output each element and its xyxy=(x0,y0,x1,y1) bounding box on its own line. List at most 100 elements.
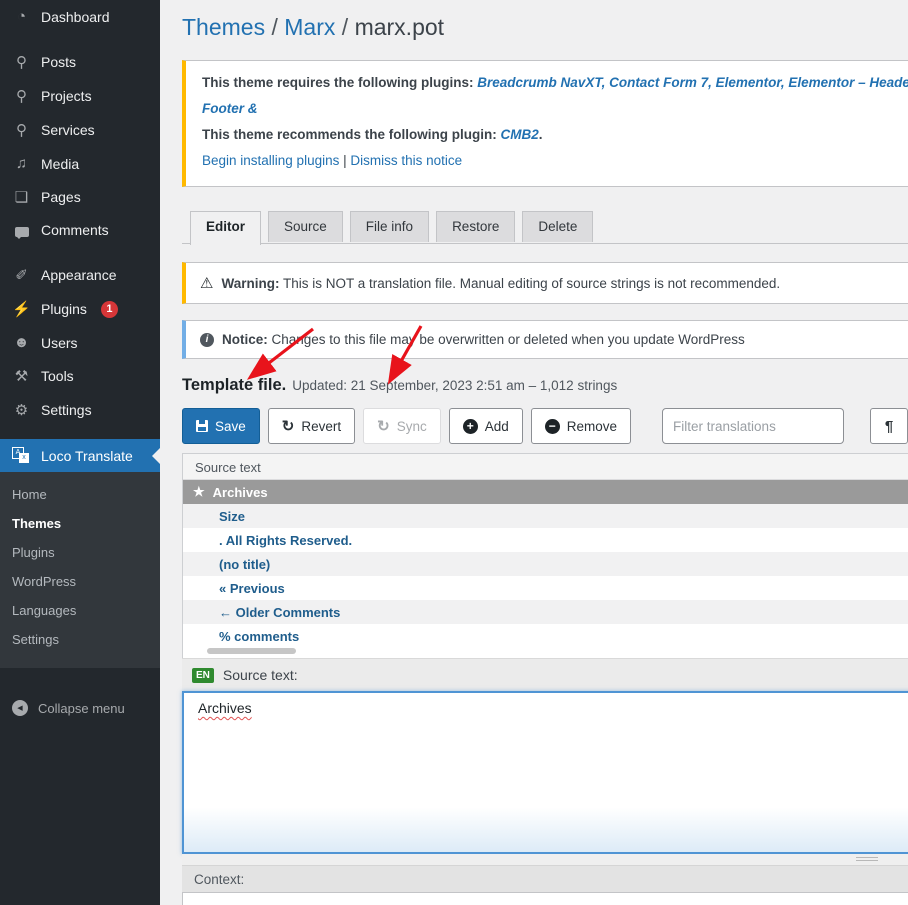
breadcrumb: Themes / Marx / marx.pot xyxy=(182,14,908,41)
warning-triangle-icon: ⚠ xyxy=(200,274,213,292)
users-icon: ☻ xyxy=(12,334,31,351)
plugins-icon: ⚡ xyxy=(12,300,31,318)
loco-translate-icon xyxy=(12,447,31,464)
submenu-item-home[interactable]: Home xyxy=(0,480,160,509)
add-circle-icon: + xyxy=(463,419,478,434)
sidebar-item-appearance[interactable]: ✐ Appearance xyxy=(0,258,160,292)
tools-icon: ⚒ xyxy=(12,367,31,385)
source-text-editor[interactable]: Archives xyxy=(182,691,908,854)
list-item-previous[interactable]: « Previous xyxy=(183,576,908,600)
list-item-archives[interactable]: ★ Archives xyxy=(183,480,908,504)
breadcrumb-separator: / xyxy=(335,14,354,40)
editor-toolbar: Save ↻ Revert ↻ Sync + Add − Remove ¶ </… xyxy=(182,408,908,444)
sidebar-item-comments[interactable]: Comments xyxy=(0,214,160,246)
comments-icon xyxy=(12,224,31,237)
warning-notice: ⚠ Warning: This is NOT a translation fil… xyxy=(182,262,908,304)
admin-sidebar: ◔ Dashboard ⚲ Posts ⚲ Projects ⚲ Service… xyxy=(0,0,160,905)
save-button[interactable]: Save xyxy=(182,408,260,444)
sidebar-item-plugins[interactable]: ⚡ Plugins 1 xyxy=(0,292,160,326)
paragraph-icon: ¶ xyxy=(885,418,893,435)
dashboard-icon: ◔ xyxy=(12,8,31,25)
sync-icon: ↻ xyxy=(377,417,390,435)
menu-separator xyxy=(0,246,160,258)
resize-grip-handle[interactable] xyxy=(856,857,878,862)
tgm-actions-line: Begin installing plugins | Dismiss this … xyxy=(202,148,908,174)
source-strings-list: Source text ★ Archives Size . All Rights… xyxy=(182,453,908,658)
source-text-value: Archives xyxy=(198,700,252,716)
file-tabs: EditorSourceFile infoRestoreDelete xyxy=(182,211,908,244)
info-text: Notice: Changes to this file may be over… xyxy=(222,332,745,347)
list-item-all-rights[interactable]: . All Rights Reserved. xyxy=(183,528,908,552)
context-header: Context: xyxy=(182,865,908,892)
breadcrumb-separator: / xyxy=(265,14,284,40)
breadcrumb-link-marx[interactable]: Marx xyxy=(284,14,335,40)
submenu-item-settings[interactable]: Settings xyxy=(0,625,160,654)
appearance-icon: ✐ xyxy=(12,266,31,284)
add-button[interactable]: + Add xyxy=(449,408,523,444)
save-floppy-icon xyxy=(196,420,208,432)
list-column-header[interactable]: Source text xyxy=(183,454,908,480)
begin-installing-plugins-link[interactable]: Begin installing plugins xyxy=(202,153,339,168)
info-notice: i Notice: Changes to this file may be ov… xyxy=(182,320,908,359)
sidebar-item-pages[interactable]: ❏ Pages xyxy=(0,180,160,214)
list-item-size[interactable]: Size xyxy=(183,504,908,528)
pushpin-icon: ⚲ xyxy=(12,87,31,105)
pushpin-icon: ⚲ xyxy=(12,53,31,71)
sidebar-item-tools[interactable]: ⚒ Tools xyxy=(0,359,160,393)
dismiss-notice-link[interactable]: Dismiss this notice xyxy=(350,153,462,168)
menu-separator xyxy=(0,427,160,439)
revert-icon: ↻ xyxy=(282,417,295,435)
tab-source[interactable]: Source xyxy=(268,211,343,242)
loco-translate-submenu: Home Themes Plugins WordPress Languages … xyxy=(0,472,160,668)
sidebar-item-settings[interactable]: ⚙ Settings xyxy=(0,393,160,427)
file-meta: Updated: 21 September, 2023 2:51 am – 1,… xyxy=(292,378,617,393)
pages-icon: ❏ xyxy=(12,188,31,206)
tab-file-info[interactable]: File info xyxy=(350,211,429,242)
source-text-header: EN Source text: xyxy=(182,658,908,691)
submenu-item-plugins[interactable]: Plugins xyxy=(0,538,160,567)
breadcrumb-link-themes[interactable]: Themes xyxy=(182,14,265,40)
pushpin-icon: ⚲ xyxy=(12,121,31,139)
submenu-item-themes[interactable]: Themes xyxy=(0,509,160,538)
tab-editor[interactable]: Editor xyxy=(190,211,261,245)
sidebar-item-projects[interactable]: ⚲ Projects xyxy=(0,79,160,113)
source-text-label: Source text: xyxy=(223,667,298,683)
language-badge: EN xyxy=(192,668,214,683)
list-item-percent-comments[interactable]: % comments xyxy=(183,624,908,648)
sidebar-item-dashboard[interactable]: ◔ Dashboard xyxy=(0,0,160,33)
translation-editor-panel: EN Source text: Archives Context: xyxy=(182,658,908,905)
tab-delete[interactable]: Delete xyxy=(522,211,593,242)
plugins-update-badge: 1 xyxy=(101,301,118,318)
file-heading: Template file.Updated: 21 September, 202… xyxy=(182,376,908,395)
remove-button[interactable]: − Remove xyxy=(531,408,631,444)
list-item-older-comments[interactable]: ← Older Comments xyxy=(183,600,908,624)
sidebar-item-label: Dashboard xyxy=(41,9,110,25)
sidebar-item-media[interactable]: ♫ Media xyxy=(0,147,160,180)
menu-separator xyxy=(0,33,160,45)
collapse-arrow-icon: ◀ xyxy=(12,700,28,716)
sidebar-item-posts[interactable]: ⚲ Posts xyxy=(0,45,160,79)
list-item-no-title[interactable]: (no title) xyxy=(183,552,908,576)
revert-button[interactable]: ↻ Revert xyxy=(268,408,355,444)
invisibles-toggle-button[interactable]: ¶ xyxy=(870,408,908,444)
sidebar-item-services[interactable]: ⚲ Services xyxy=(0,113,160,147)
settings-icon: ⚙ xyxy=(12,401,31,419)
submenu-item-languages[interactable]: Languages xyxy=(0,596,160,625)
sidebar-item-loco-translate[interactable]: Loco Translate xyxy=(0,439,160,472)
remove-circle-icon: − xyxy=(545,419,560,434)
warning-text: Warning: This is NOT a translation file.… xyxy=(221,276,780,291)
sync-button[interactable]: ↻ Sync xyxy=(363,408,441,444)
tab-restore[interactable]: Restore xyxy=(436,211,515,242)
submenu-item-wordpress[interactable]: WordPress xyxy=(0,567,160,596)
filter-translations-input[interactable] xyxy=(662,408,844,444)
tgm-required-line: This theme requires the following plugin… xyxy=(202,70,908,122)
horizontal-scrollbar-thumb[interactable] xyxy=(207,648,296,654)
recommended-plugin-link[interactable]: CMB2 xyxy=(501,127,539,142)
sidebar-item-users[interactable]: ☻ Users xyxy=(0,326,160,359)
main-content: Themes / Marx / marx.pot This theme requ… xyxy=(160,0,908,905)
info-circle-icon: i xyxy=(200,333,214,347)
star-icon: ★ xyxy=(193,484,205,500)
context-input[interactable] xyxy=(182,892,908,905)
collapse-menu-button[interactable]: ◀ Collapse menu xyxy=(0,690,160,726)
media-icon: ♫ xyxy=(12,155,31,172)
